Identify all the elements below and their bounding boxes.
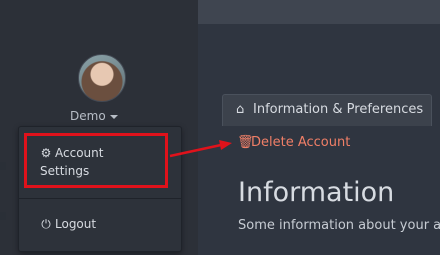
power-icon: ⏻: [41, 217, 51, 231]
page-description: Some information about your ac: [238, 218, 440, 233]
home-icon: ⌂: [236, 102, 245, 117]
user-menu-toggle[interactable]: Demo: [70, 109, 118, 123]
caret-down-icon: [109, 114, 118, 119]
user-avatar[interactable]: [78, 54, 126, 102]
sidebar-item-peek: [0, 212, 6, 220]
trash-icon: 🗑: [237, 135, 254, 150]
annotation-highlight-box: [24, 133, 168, 188]
delete-account-link[interactable]: 🗑Delete Account: [237, 135, 350, 151]
sidebar-item-peek: [0, 162, 6, 170]
top-bar: [198, 0, 440, 24]
dropdown-divider: [19, 198, 181, 199]
tab-information-preferences[interactable]: ⌂ Information & Preferences: [222, 94, 432, 126]
page-title: Information: [238, 177, 395, 208]
logout-menu-item[interactable]: ⏻ Logout: [40, 215, 96, 233]
user-name: Demo: [70, 109, 106, 123]
